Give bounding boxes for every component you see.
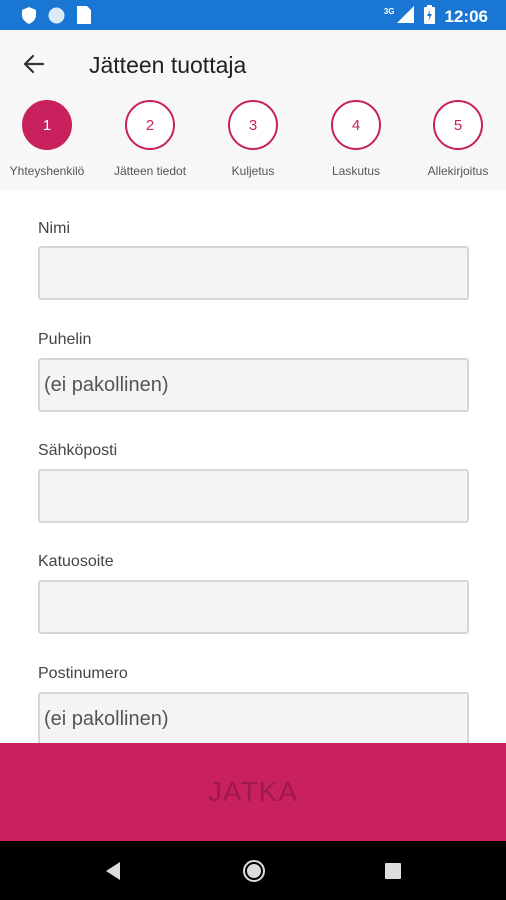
step-label: Allekirjoitus [427, 164, 489, 178]
step-label: Jätteen tiedot [113, 164, 187, 178]
name-field[interactable] [38, 246, 469, 300]
email-field[interactable] [38, 469, 469, 523]
status-time: 12:06 [444, 7, 488, 26]
sim-icon [77, 6, 91, 29]
phone-label: Puhelin [38, 331, 92, 348]
step-1[interactable]: 1 Yhteyshenkilö [0, 100, 97, 178]
street-address-field[interactable] [38, 580, 469, 634]
back-button[interactable] [20, 50, 48, 78]
nav-home-icon[interactable] [242, 859, 266, 888]
step-number: 1 [22, 100, 72, 150]
nav-recent-icon[interactable] [385, 863, 401, 884]
network-type: 3G [383, 6, 395, 16]
circle-icon [48, 7, 65, 29]
header: Jätteen tuottaja 1 Yhteyshenkilö 2 Jätte… [0, 30, 506, 190]
step-number: 3 [228, 100, 278, 150]
email-label: Sähköposti [38, 442, 118, 459]
step-3[interactable]: 3 Kuljetus [203, 100, 303, 178]
step-label: Yhteyshenkilö [9, 164, 85, 178]
arrow-left-icon [23, 54, 45, 74]
page-title: Jätteen tuottaja [89, 52, 247, 78]
nav-back-icon[interactable] [104, 861, 122, 886]
phone-field[interactable] [38, 358, 469, 412]
signal-icon [396, 6, 414, 28]
postal-code-field[interactable] [38, 692, 469, 746]
postal-code-label: Postinumero [38, 665, 128, 682]
battery-icon [423, 5, 435, 29]
step-label: Laskutus [331, 164, 381, 178]
navigation-bar [0, 841, 506, 900]
name-label: Nimi [38, 220, 70, 237]
step-number: 4 [331, 100, 381, 150]
street-address-label: Katuosoite [38, 553, 114, 570]
step-number: 2 [125, 100, 175, 150]
step-2[interactable]: 2 Jätteen tiedot [100, 100, 200, 178]
step-5[interactable]: 5 Allekirjoitus [408, 100, 506, 178]
continue-button[interactable]: JATKA [0, 743, 506, 841]
step-label: Kuljetus [231, 164, 275, 178]
shield-icon [22, 6, 36, 29]
step-number: 5 [433, 100, 483, 150]
status-bar: 3G 12:06 [0, 0, 506, 30]
step-4[interactable]: 4 Laskutus [306, 100, 406, 178]
